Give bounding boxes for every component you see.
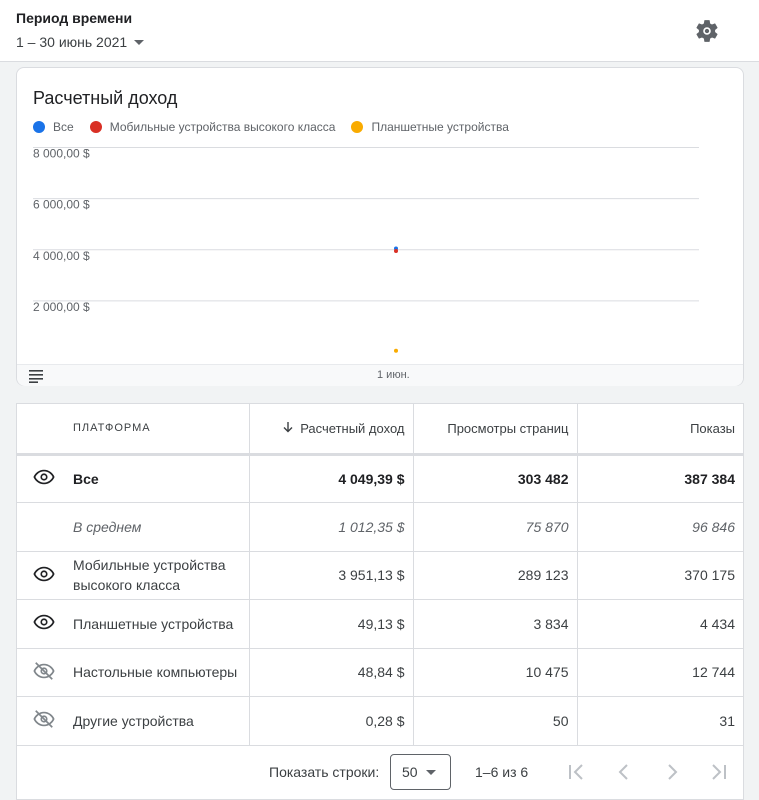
prev-page-icon[interactable] (612, 760, 636, 784)
row-pageviews: 3 834 (412, 599, 577, 649)
row-impressions: 12 744 (576, 648, 743, 697)
row-revenue: 1 012,35 $ (248, 502, 413, 552)
row-pageviews: 303 482 (412, 454, 577, 503)
gear-icon[interactable] (694, 18, 720, 44)
row-impressions: 4 434 (576, 599, 743, 649)
row-pageviews: 10 475 (412, 648, 577, 697)
table-header-row: ПЛАТФОРМА Расчетный доход Просмотры стра… (17, 404, 743, 456)
pagination: Показать строки: 50 1–6 из 6 (17, 744, 743, 800)
table-row[interactable]: Мобильные устройства высокого класса 3 95… (17, 551, 743, 600)
data-point-2[interactable] (394, 348, 398, 353)
header-revenue[interactable]: Расчетный доход (248, 404, 413, 456)
period-label: Период времени (16, 10, 133, 26)
period-value: 1 – 30 июнь 2021 (16, 34, 128, 50)
y-tick-label: 8 000,00 $ (33, 147, 90, 161)
eye-icon[interactable] (33, 566, 55, 588)
y-tick-label: 2 000,00 $ (33, 300, 90, 314)
row-revenue: 0,28 $ (248, 696, 413, 746)
row-icon-cell[interactable] (17, 599, 59, 649)
last-page-icon[interactable] (707, 760, 731, 784)
data-table-card: ПЛАТФОРМА Расчетный доход Просмотры стра… (16, 403, 744, 800)
row-platform-name: Настольные компьютеры (59, 648, 249, 697)
row-revenue: 48,84 $ (248, 648, 413, 697)
table-row[interactable]: Другие устройства 0,28 $50 31 (17, 696, 743, 746)
header-icon-cell (17, 404, 59, 456)
chart-footer: 1 июн. (17, 364, 743, 386)
eye-icon[interactable] (33, 470, 55, 491)
header-platform[interactable]: ПЛАТФОРМА (59, 404, 249, 456)
row-impressions: 370 175 (576, 551, 743, 600)
row-pageviews: 50 (412, 696, 577, 746)
eye-off-icon[interactable] (33, 661, 55, 685)
rows-per-page-select[interactable]: 50 (390, 754, 451, 790)
table-row[interactable]: В среднем 1 012,35 $75 870 96 846 (17, 502, 743, 552)
data-point-1[interactable] (394, 249, 398, 254)
top-bar: Период времени 1 – 30 июнь 2021 (0, 0, 759, 62)
row-pageviews: 289 123 (412, 551, 577, 600)
period-dropdown[interactable]: 1 – 30 июнь 2021 (16, 32, 145, 52)
row-icon-cell[interactable] (17, 454, 59, 503)
header-pageviews[interactable]: Просмотры страниц (412, 404, 577, 456)
row-platform-name: Другие устройства (59, 696, 249, 746)
row-pageviews: 75 870 (412, 502, 577, 552)
row-platform-name: Планшетные устройства (59, 599, 249, 649)
table-row[interactable]: Настольные компьютеры 48,84 $10 475 12 744 (17, 648, 743, 697)
first-page-icon[interactable] (564, 760, 588, 784)
row-icon-cell[interactable] (17, 551, 59, 600)
row-impressions: 96 846 (576, 502, 743, 552)
row-icon-cell (17, 502, 59, 552)
chart-plot: 2 000,00 $ 4 000,00 $ 6 000,00 $ 8 000,00 $ (33, 147, 699, 353)
row-icon-cell[interactable] (17, 696, 59, 746)
row-revenue: 49,13 $ (248, 599, 413, 649)
row-impressions: 387 384 (576, 454, 743, 503)
x-tick-label: 1 июн. (377, 369, 410, 381)
page-range: 1–6 из 6 (475, 764, 529, 780)
rows-per-page-value: 50 (402, 764, 418, 780)
row-platform-name: В среднем (59, 502, 249, 552)
list-icon[interactable] (29, 369, 45, 383)
row-revenue: 4 049,39 $ (248, 454, 413, 503)
eye-off-icon[interactable] (33, 710, 55, 733)
row-platform-name: Мобильные устройства высокого класса (59, 551, 249, 600)
chevron-down-icon (425, 769, 436, 775)
data-table: ПЛАТФОРМА Расчетный доход Просмотры стра… (17, 404, 743, 746)
next-page-icon[interactable] (660, 760, 684, 784)
row-icon-cell[interactable] (17, 648, 59, 697)
chevron-down-icon (134, 39, 145, 45)
chart-card: Расчетный доход Все Мобильные устройства… (16, 67, 744, 386)
row-platform-name: Все (59, 454, 249, 503)
table-row[interactable]: Все 4 049,39 $303 482 387 384 (17, 454, 743, 503)
row-impressions: 31 (576, 696, 743, 746)
eye-icon[interactable] (33, 615, 55, 636)
y-tick-label: 6 000,00 $ (33, 198, 90, 212)
table-row[interactable]: Планшетные устройства 49,13 $3 834 4 434 (17, 599, 743, 649)
header-revenue-label: Расчетный доход (300, 420, 405, 436)
arrow-down-icon (282, 421, 294, 436)
rows-per-page-label: Показать строки: (269, 764, 380, 780)
y-tick-label: 4 000,00 $ (33, 249, 90, 263)
row-revenue: 3 951,13 $ (248, 551, 413, 600)
header-impressions[interactable]: Показы (576, 404, 743, 456)
